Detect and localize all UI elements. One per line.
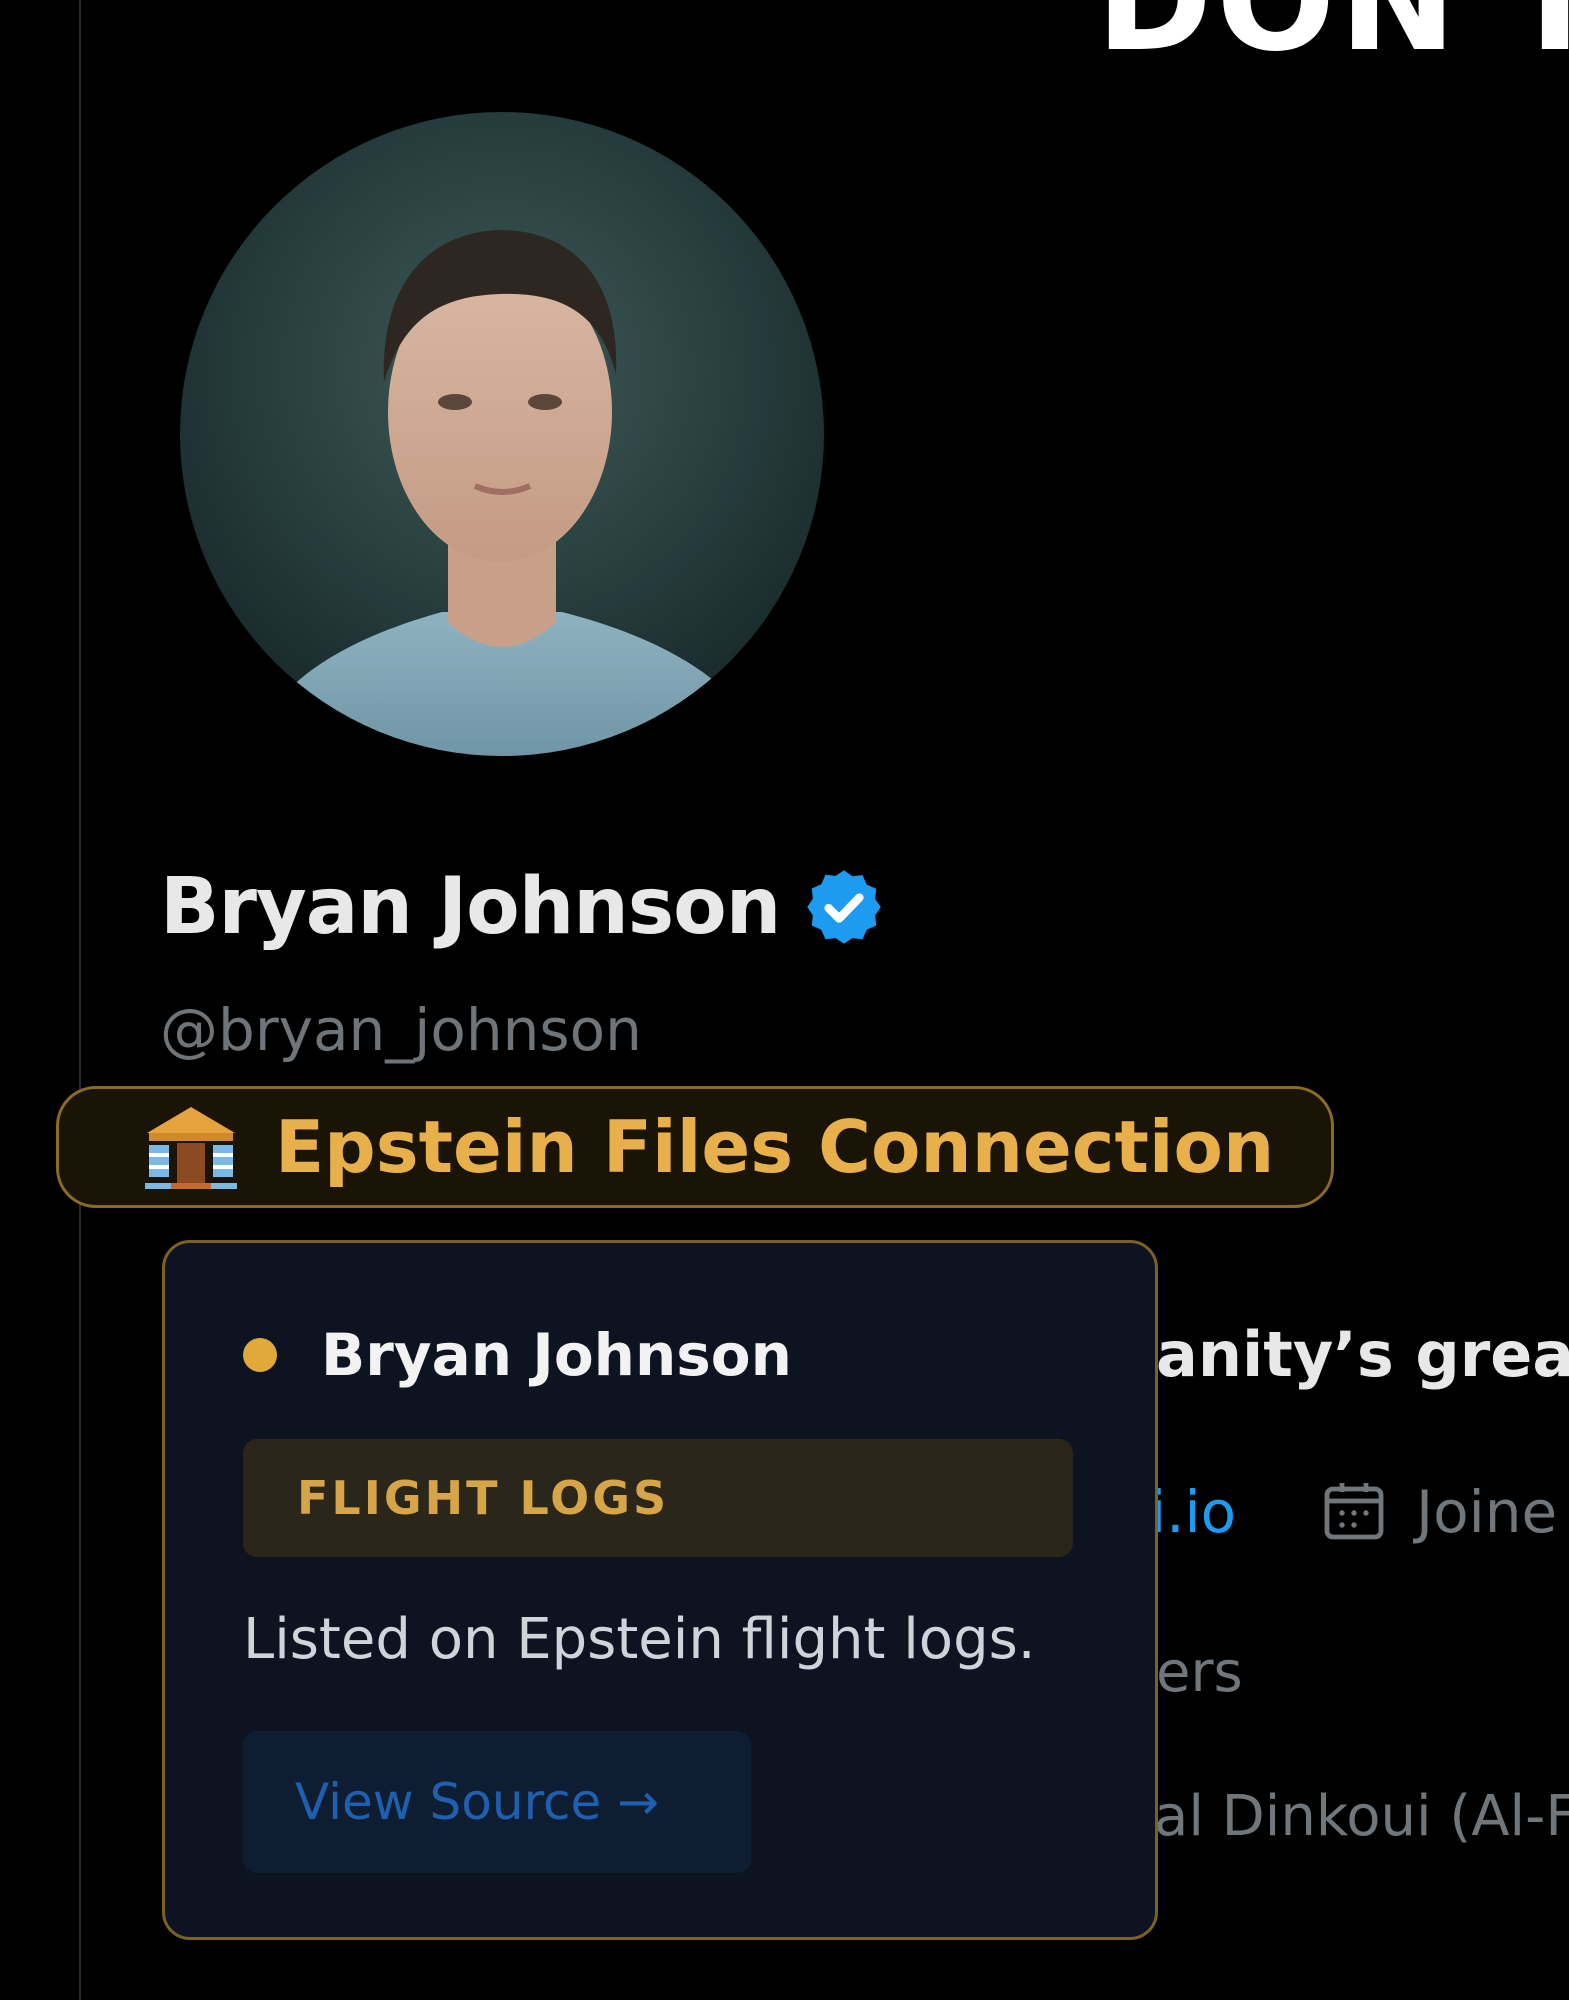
display-name: Bryan Johnson: [160, 862, 781, 952]
popover-category-label: FLIGHT LOGS: [297, 1471, 670, 1525]
connection-detail-popover: Bryan Johnson FLIGHT LOGS Listed on Epst…: [162, 1240, 1158, 1940]
profile-website-link[interactable]: i.io: [1150, 1478, 1236, 1546]
profile-followed-by[interactable]: al Dinkoui (Al-F: [1154, 1784, 1569, 1849]
epstein-connection-badge[interactable]: Epstein Files Connection: [56, 1086, 1334, 1208]
popover-person-name: Bryan Johnson: [321, 1321, 792, 1389]
profile-page: DON'T Bryan Johnson @bryan_johnson Epste…: [0, 0, 1569, 2000]
avatar[interactable]: [180, 112, 824, 756]
calendar-icon: [1318, 1474, 1390, 1550]
popover-description: Listed on Epstein flight logs.: [243, 1607, 1036, 1672]
header-banner-text: DON'T: [1096, 0, 1569, 83]
column-divider: [79, 0, 81, 2000]
view-source-button[interactable]: View Source →: [243, 1731, 751, 1873]
status-dot-icon: [243, 1338, 277, 1372]
profile-handle: @bryan_johnson: [160, 996, 642, 1064]
profile-followers-count[interactable]: ers: [1156, 1640, 1243, 1705]
profile-bio-fragment: anity’s great: [1156, 1318, 1569, 1391]
popover-category-tag: FLIGHT LOGS: [243, 1439, 1073, 1557]
popover-person-row: Bryan Johnson: [243, 1321, 792, 1389]
profile-joined-date: Joine: [1416, 1478, 1558, 1546]
verified-badge-icon[interactable]: [802, 865, 886, 949]
connection-badge-label: Epstein Files Connection: [275, 1105, 1275, 1189]
classical-building-icon: [143, 1103, 239, 1191]
profile-name-row: Bryan Johnson: [160, 862, 886, 952]
view-source-label: View Source →: [295, 1773, 660, 1831]
avatar-image: [180, 112, 824, 756]
